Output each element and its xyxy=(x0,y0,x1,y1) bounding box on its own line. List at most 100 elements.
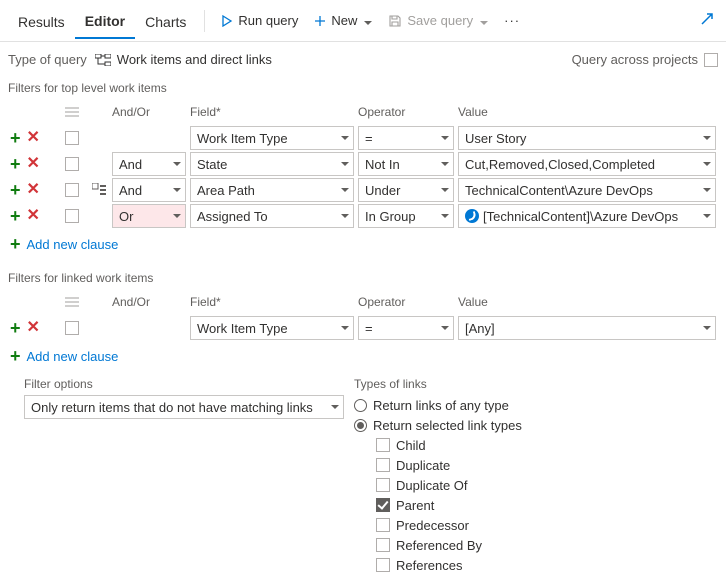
run-query-label: Run query xyxy=(238,13,298,28)
select[interactable]: = xyxy=(358,316,454,340)
select[interactable]: Work Item Type xyxy=(190,126,354,150)
col-field: Field* xyxy=(188,105,356,119)
chevron-down-icon xyxy=(173,214,181,218)
add-new-clause-linked[interactable]: + Add new clause xyxy=(0,341,118,375)
col-value: Value xyxy=(456,105,718,119)
clause-row: + ✕ Work Item Type=[Any] xyxy=(8,315,718,341)
clause-row: + ✕ OrAssigned ToIn Group[TechnicalContent… xyxy=(8,203,718,229)
link-type-checkbox[interactable] xyxy=(376,558,390,572)
select[interactable]: Or xyxy=(112,204,186,228)
filter-options-select[interactable]: Only return items that do not have match… xyxy=(24,395,344,419)
remove-clause-button[interactable]: ✕ xyxy=(27,320,40,336)
chevron-down-icon xyxy=(173,162,181,166)
radio-selected-types[interactable] xyxy=(354,419,367,432)
select[interactable]: TechnicalContent\Azure DevOps xyxy=(458,178,716,202)
insert-clause-button[interactable]: + xyxy=(10,155,21,173)
insert-clause-button[interactable]: + xyxy=(10,129,21,147)
select[interactable]: Area Path xyxy=(190,178,354,202)
chevron-down-icon xyxy=(441,326,449,330)
identity-icon xyxy=(465,209,479,223)
select[interactable]: In Group xyxy=(358,204,454,228)
save-query-button: Save query xyxy=(380,7,496,34)
radio-any-type[interactable] xyxy=(354,399,367,412)
chevron-down-icon xyxy=(341,188,349,192)
tab-charts[interactable]: Charts xyxy=(135,4,196,38)
link-type-label: References xyxy=(396,558,462,573)
select[interactable]: Under xyxy=(358,178,454,202)
clause-row: + ✕ AndArea PathUnderTechnicalContent\Azur… xyxy=(8,177,718,203)
link-type-checkbox[interactable] xyxy=(376,438,390,452)
select[interactable]: Cut,Removed,Closed,Completed xyxy=(458,152,716,176)
chevron-down-icon xyxy=(441,162,449,166)
select[interactable]: And xyxy=(112,178,186,202)
radio-any-type-label: Return links of any type xyxy=(373,398,509,413)
separator xyxy=(204,10,205,32)
ellipsis-icon: ··· xyxy=(504,13,520,28)
chevron-down-icon xyxy=(703,188,711,192)
fullscreen-button[interactable] xyxy=(696,8,718,33)
run-query-button[interactable]: Run query xyxy=(213,7,306,34)
col-operator: Operator xyxy=(356,105,456,119)
chevron-down-icon xyxy=(703,162,711,166)
select[interactable]: State xyxy=(190,152,354,176)
radio-selected-types-label: Return selected link types xyxy=(373,418,522,433)
select[interactable]: Assigned To xyxy=(190,204,354,228)
select[interactable]: [Any] xyxy=(458,316,716,340)
insert-clause-button[interactable]: + xyxy=(10,181,21,199)
tab-results[interactable]: Results xyxy=(8,4,75,38)
link-type-label: Duplicate Of xyxy=(396,478,468,493)
link-type-checkbox[interactable] xyxy=(376,478,390,492)
filter-options-label: Filter options xyxy=(24,377,344,391)
remove-clause-button[interactable]: ✕ xyxy=(27,130,40,146)
insert-clause-button[interactable]: + xyxy=(10,319,21,337)
row-checkbox[interactable] xyxy=(65,157,79,171)
select[interactable]: [TechnicalContent]\Azure DevOps xyxy=(458,204,716,228)
row-checkbox[interactable] xyxy=(65,131,79,145)
link-type-checkbox[interactable] xyxy=(376,498,390,512)
row-checkbox[interactable] xyxy=(65,321,79,335)
chevron-down-icon xyxy=(341,326,349,330)
list-header-icon xyxy=(65,297,79,307)
chevron-down-icon xyxy=(703,136,711,140)
select[interactable]: Work Item Type xyxy=(190,316,354,340)
chevron-down-icon xyxy=(441,136,449,140)
chevron-down-icon xyxy=(173,188,181,192)
remove-clause-button[interactable]: ✕ xyxy=(27,182,40,198)
select[interactable]: User Story xyxy=(458,126,716,150)
link-type-label: Parent xyxy=(396,498,434,513)
chevron-down-icon xyxy=(441,214,449,218)
row-checkbox[interactable] xyxy=(65,209,79,223)
query-across-projects-checkbox[interactable] xyxy=(704,53,718,67)
link-type-checkbox[interactable] xyxy=(376,458,390,472)
link-type-checkbox[interactable] xyxy=(376,538,390,552)
link-type-label: Child xyxy=(396,438,426,453)
new-button[interactable]: New xyxy=(306,7,380,34)
new-label: New xyxy=(331,13,357,28)
plus-icon: + xyxy=(10,235,21,253)
chevron-down-icon xyxy=(478,13,488,28)
select[interactable]: = xyxy=(358,126,454,150)
expand-icon xyxy=(700,12,714,26)
link-type-label: Duplicate xyxy=(396,458,450,473)
more-actions-button[interactable]: ··· xyxy=(496,7,528,34)
type-of-query-value[interactable]: Work items and direct links xyxy=(95,52,272,67)
type-of-query-label: Type of query xyxy=(8,52,87,67)
chevron-down-icon xyxy=(703,326,711,330)
direct-links-icon xyxy=(95,54,111,66)
add-new-clause-top[interactable]: + Add new clause xyxy=(0,229,118,263)
clause-row: + ✕ AndStateNot InCut,Removed,Closed,Compl… xyxy=(8,151,718,177)
query-across-projects-label: Query across projects xyxy=(572,52,698,67)
types-of-links-label: Types of links xyxy=(354,377,718,391)
row-checkbox[interactable] xyxy=(65,183,79,197)
select[interactable]: And xyxy=(112,152,186,176)
col-operator: Operator xyxy=(356,295,456,309)
remove-clause-button[interactable]: ✕ xyxy=(27,208,40,224)
group-clause-icon[interactable] xyxy=(92,183,106,197)
remove-clause-button[interactable]: ✕ xyxy=(27,156,40,172)
tab-editor[interactable]: Editor xyxy=(75,3,135,39)
link-type-label: Referenced By xyxy=(396,538,482,553)
select[interactable]: Not In xyxy=(358,152,454,176)
filters-linked-title: Filters for linked work items xyxy=(0,263,726,285)
insert-clause-button[interactable]: + xyxy=(10,207,21,225)
link-type-checkbox[interactable] xyxy=(376,518,390,532)
